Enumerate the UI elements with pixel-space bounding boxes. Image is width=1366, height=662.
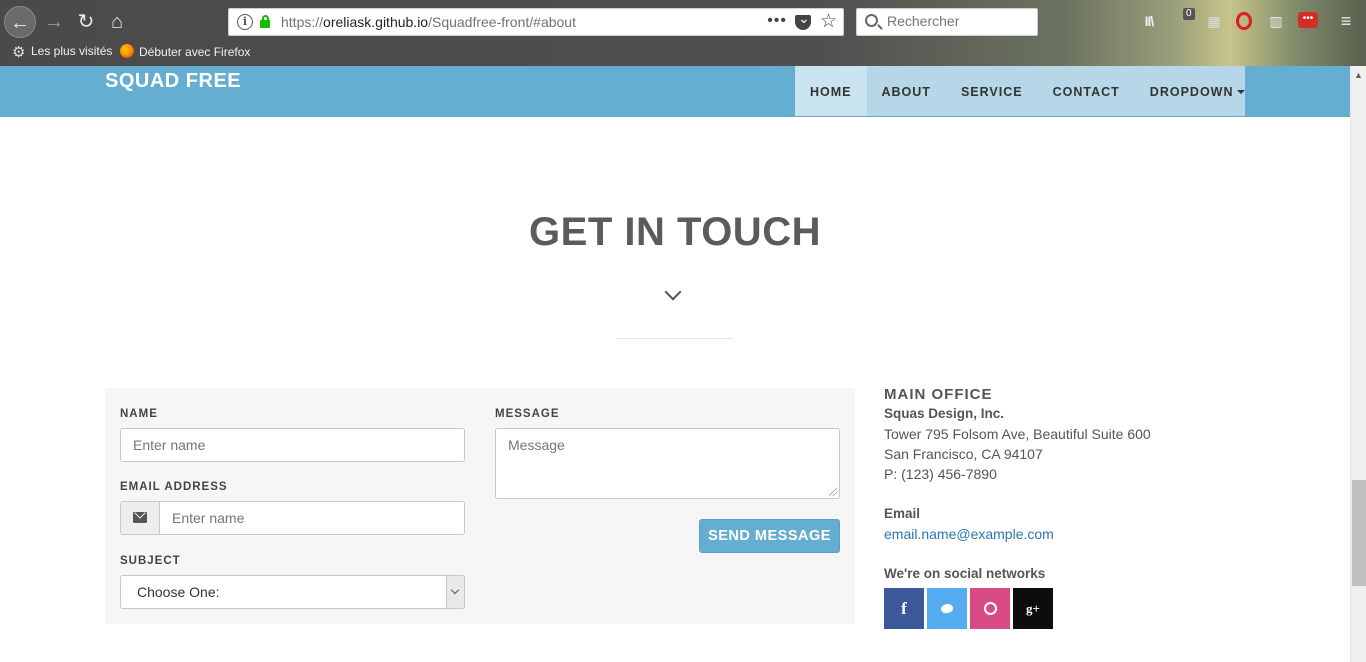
nav-item-service[interactable]: SERVICE xyxy=(946,66,1038,116)
facebook-button[interactable]: f xyxy=(884,588,924,629)
library-icon[interactable]: II\ xyxy=(1140,12,1158,30)
reload-icon: ↻ xyxy=(77,11,95,33)
subject-selected-value: Choose One: xyxy=(137,584,220,600)
address-line-2: San Francisco, CA 94107 xyxy=(884,446,1043,462)
url-scheme: https:// xyxy=(281,14,324,30)
forward-button[interactable]: → xyxy=(38,6,70,38)
bookmark-label: Les plus visités xyxy=(31,44,113,58)
resize-grip-icon[interactable] xyxy=(829,488,837,496)
email-label: EMAIL ADDRESS xyxy=(120,481,228,493)
section-divider xyxy=(617,338,733,339)
page-scrollbar[interactable]: ▲ xyxy=(1350,66,1366,662)
name-field[interactable] xyxy=(120,428,465,462)
dribbble-icon xyxy=(983,602,997,615)
subject-select[interactable]: Choose One: xyxy=(120,575,465,609)
home-icon: ⌂ xyxy=(110,11,124,33)
brand-logo[interactable]: SQUAD FREE xyxy=(105,70,241,93)
pocket-icon[interactable] xyxy=(795,10,811,30)
search-input[interactable] xyxy=(887,13,1027,29)
social-links: f g+ xyxy=(884,588,1053,629)
email-input[interactable] xyxy=(172,510,452,526)
main-nav: HOME ABOUT SERVICE CONTACT DROPDOWN xyxy=(795,66,1245,116)
lastpass-icon[interactable]: ••• xyxy=(1298,12,1318,28)
site-header: SQUAD FREE HOME ABOUT SERVICE CONTACT DR… xyxy=(0,66,1350,117)
google-plus-icon: g+ xyxy=(1026,601,1040,616)
email-field[interactable] xyxy=(120,501,465,535)
address-line-1: Tower 795 Folsom Ave, Beautiful Suite 60… xyxy=(884,426,1151,442)
page-actions-menu-icon[interactable]: ••• xyxy=(767,12,787,30)
nav-item-contact[interactable]: CONTACT xyxy=(1038,66,1135,116)
phone-number: P: (123) 456-7890 xyxy=(884,466,997,482)
nav-item-dropdown[interactable]: DROPDOWN xyxy=(1135,66,1260,116)
twitter-button[interactable] xyxy=(927,588,967,629)
envelope-icon xyxy=(133,512,147,523)
url-text[interactable]: https://oreliask.github.io/Squadfree-fro… xyxy=(281,14,576,30)
office-heading: MAIN OFFICE xyxy=(884,386,993,403)
caret-down-icon xyxy=(1236,90,1245,94)
nav-dropdown-label: DROPDOWN xyxy=(1149,85,1234,99)
home-button[interactable]: ⌂ xyxy=(101,6,133,38)
section-title: GET IN TOUCH xyxy=(529,210,821,254)
extension-icon[interactable]: ▦ xyxy=(1206,12,1222,30)
search-bar[interactable] xyxy=(856,8,1038,36)
name-input[interactable] xyxy=(133,437,453,453)
chevron-down-icon xyxy=(664,283,682,301)
twitter-icon xyxy=(940,603,954,614)
extension-counter-icon[interactable]: 0 xyxy=(1178,8,1198,30)
facebook-icon: f xyxy=(901,599,907,618)
message-textarea[interactable] xyxy=(508,437,828,487)
bookmark-label: Débuter avec Firefox xyxy=(139,45,251,59)
bookmark-star-icon[interactable]: ☆ xyxy=(820,10,837,33)
nav-item-about[interactable]: ABOUT xyxy=(867,66,946,116)
lock-icon[interactable] xyxy=(259,15,271,29)
arrow-left-icon: ← xyxy=(10,12,30,34)
google-plus-button[interactable]: g+ xyxy=(1013,588,1053,629)
nav-item-home[interactable]: HOME xyxy=(795,66,867,116)
bookmark-most-visited[interactable]: ⚙ Les plus visités xyxy=(12,44,112,60)
bookmarks-bar: ⚙ Les plus visités Débuter avec Firefox xyxy=(0,42,600,64)
reload-button[interactable]: ↻ xyxy=(70,6,102,38)
browser-toolbar: ← → ↻ ⌂ i https://oreliask.github.io/Squ… xyxy=(0,0,1366,66)
scrollbar-thumb[interactable] xyxy=(1352,480,1366,586)
url-path: /Squadfree-front/#about xyxy=(428,14,576,30)
email-heading: Email xyxy=(884,506,921,521)
hamburger-menu-icon[interactable]: ≡ xyxy=(1338,12,1354,30)
opera-vpn-icon[interactable] xyxy=(1236,12,1252,30)
arrow-right-icon: → xyxy=(44,11,64,33)
name-label: NAME xyxy=(120,408,158,420)
scroll-up-icon[interactable]: ▲ xyxy=(1354,70,1363,80)
extension-badge: 0 xyxy=(1183,8,1195,20)
message-field[interactable] xyxy=(495,428,840,499)
firefox-icon xyxy=(120,44,134,58)
subject-label: SUBJECT xyxy=(120,555,181,567)
sidebar-icon[interactable]: ▥ xyxy=(1268,12,1284,30)
search-icon xyxy=(865,14,878,27)
company-name: Squas Design, Inc. xyxy=(884,406,1005,421)
social-heading: We're on social networks xyxy=(884,566,1046,581)
message-label: MESSAGE xyxy=(495,408,560,420)
url-host: oreliask.github.io xyxy=(323,14,429,30)
chevron-down-icon[interactable] xyxy=(446,576,464,608)
address-bar[interactable]: i https://oreliask.github.io/Squadfree-f… xyxy=(228,8,844,36)
info-icon[interactable]: i xyxy=(237,14,253,30)
bookmark-getting-started[interactable]: Débuter avec Firefox xyxy=(120,44,250,59)
contact-form: NAME EMAIL ADDRESS SUBJECT Choose One: M… xyxy=(105,388,855,624)
email-link[interactable]: email.name@example.com xyxy=(884,526,1054,542)
email-addon xyxy=(121,502,160,534)
send-message-button[interactable]: SEND MESSAGE xyxy=(699,519,840,553)
back-button[interactable]: ← xyxy=(4,6,36,38)
gear-icon: ⚙ xyxy=(12,44,26,61)
dribbble-button[interactable] xyxy=(970,588,1010,629)
